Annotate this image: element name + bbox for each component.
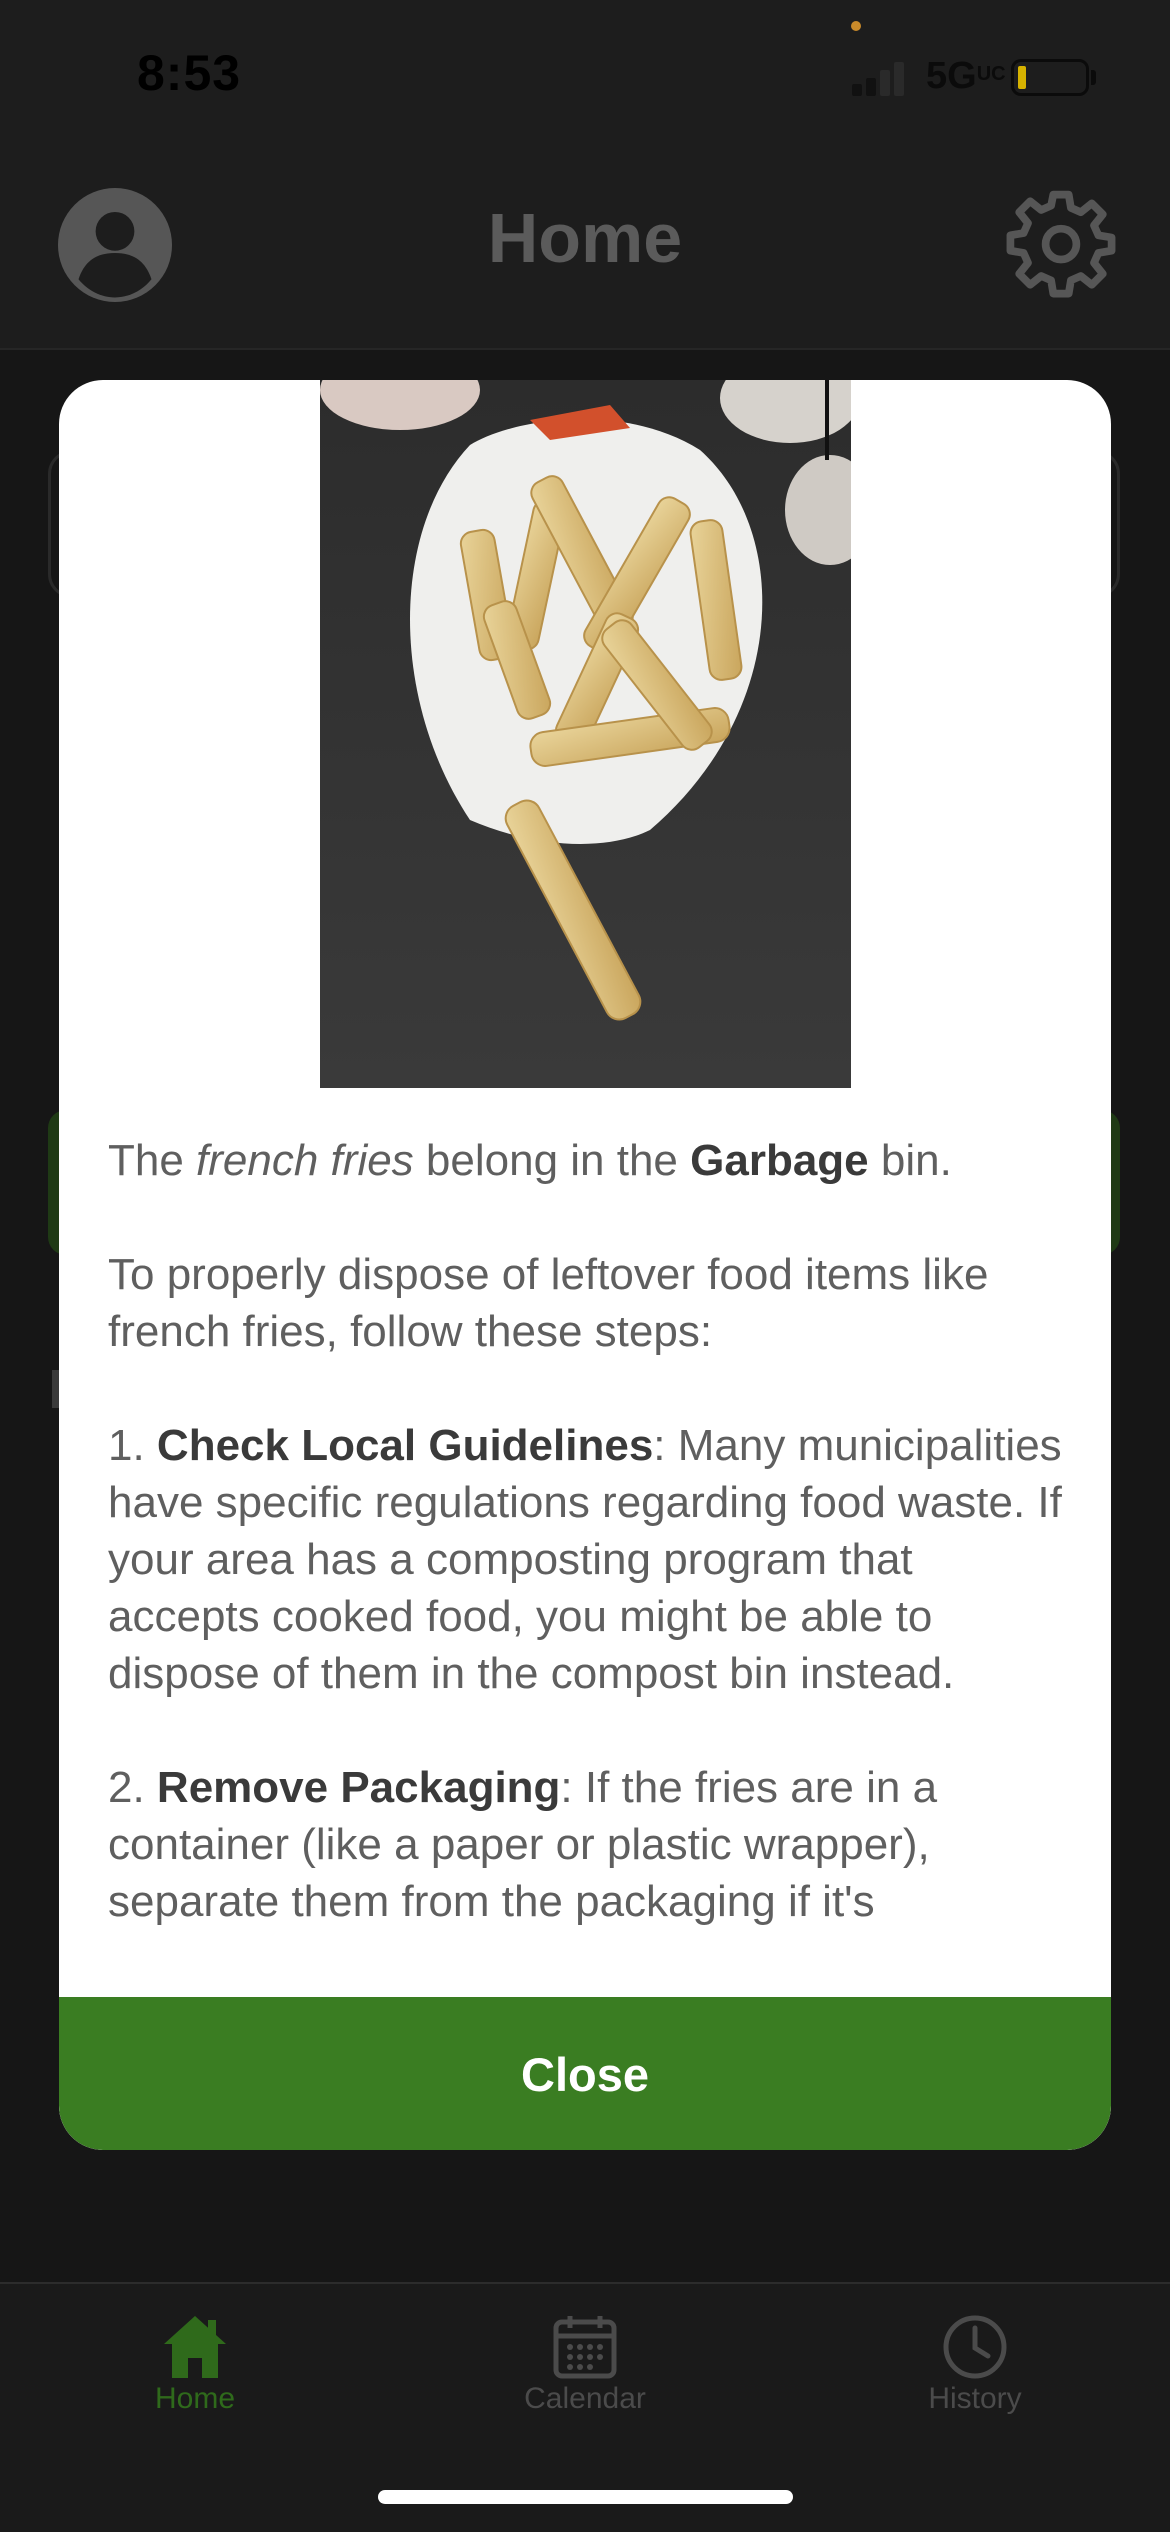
step-1: 1. Check Local Guidelines: Many municipa… (108, 1421, 1062, 1698)
tab-calendar-label: Calendar (524, 2382, 646, 2415)
gear-icon[interactable] (1006, 188, 1116, 298)
tab-history-label: History (928, 2382, 1022, 2415)
tab-calendar[interactable]: Calendar (390, 2284, 780, 2444)
home-indicator[interactable] (378, 2490, 793, 2504)
result-summary: The french fries belong in the Garbage b… (108, 1136, 952, 1185)
privacy-indicator-dot (851, 21, 861, 31)
house-icon (164, 2316, 226, 2378)
calendar-icon (553, 2316, 617, 2379)
result-modal: The french fries belong in the Garbage b… (59, 380, 1111, 2150)
app-header: Home (0, 150, 1170, 350)
network-label: 5GUC (926, 55, 1006, 97)
battery-cap (1091, 70, 1096, 85)
tab-home-label: Home (154, 2382, 236, 2415)
step-2: 2. Remove Packaging: If the fries are in… (108, 1763, 938, 1926)
french-fries-photo (320, 380, 851, 1088)
tab-home[interactable]: Home (0, 2284, 390, 2444)
clock-icon (943, 2315, 1007, 2379)
signal-strength-icon (852, 60, 908, 96)
item-name: french fries (196, 1136, 414, 1185)
bin-name: Garbage (690, 1136, 869, 1185)
close-button[interactable]: Close (59, 1997, 1111, 2150)
instructions-intro: To properly dispose of leftover food ite… (108, 1250, 989, 1356)
status-bar: 8:53 5GUC (0, 0, 1170, 150)
battery-icon (1011, 59, 1089, 96)
page-title: Home (487, 199, 683, 277)
tab-history[interactable]: History (780, 2284, 1170, 2444)
status-time: 8:53 (137, 45, 242, 101)
